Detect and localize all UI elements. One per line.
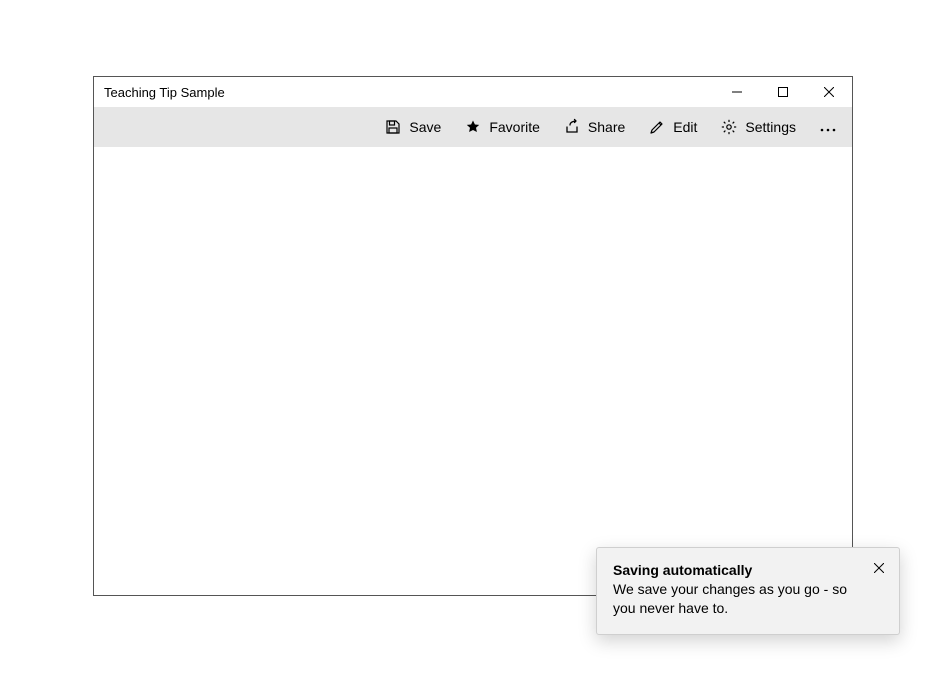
save-label: Save [409, 119, 441, 135]
share-label: Share [588, 119, 625, 135]
app-window: Teaching Tip Sample [93, 76, 853, 596]
share-icon [564, 119, 580, 135]
maximize-button[interactable] [760, 77, 806, 107]
minimize-icon [732, 87, 742, 97]
close-button[interactable] [806, 77, 852, 107]
close-icon [874, 561, 884, 576]
close-icon [824, 87, 834, 97]
command-bar: Save Favorite Share [94, 107, 852, 147]
minimize-button[interactable] [714, 77, 760, 107]
maximize-icon [778, 87, 788, 97]
star-icon [465, 119, 481, 135]
teaching-tip: Saving automatically We save your change… [596, 547, 900, 635]
edit-label: Edit [673, 119, 697, 135]
teaching-tip-title: Saving automatically [613, 562, 859, 578]
save-button[interactable]: Save [373, 107, 453, 147]
caption-buttons [714, 77, 852, 107]
more-icon [820, 120, 836, 135]
window-title: Teaching Tip Sample [104, 85, 225, 100]
teaching-tip-body: We save your changes as you go - so you … [613, 580, 859, 618]
more-button[interactable] [808, 107, 848, 147]
favorite-label: Favorite [489, 119, 540, 135]
settings-label: Settings [745, 119, 796, 135]
save-icon [385, 119, 401, 135]
favorite-button[interactable]: Favorite [453, 107, 552, 147]
edit-button[interactable]: Edit [637, 107, 709, 147]
share-button[interactable]: Share [552, 107, 637, 147]
pencil-icon [649, 119, 665, 135]
settings-button[interactable]: Settings [709, 107, 808, 147]
titlebar: Teaching Tip Sample [94, 77, 852, 107]
gear-icon [721, 119, 737, 135]
teaching-tip-close-button[interactable] [867, 556, 891, 580]
content-area [94, 147, 852, 595]
